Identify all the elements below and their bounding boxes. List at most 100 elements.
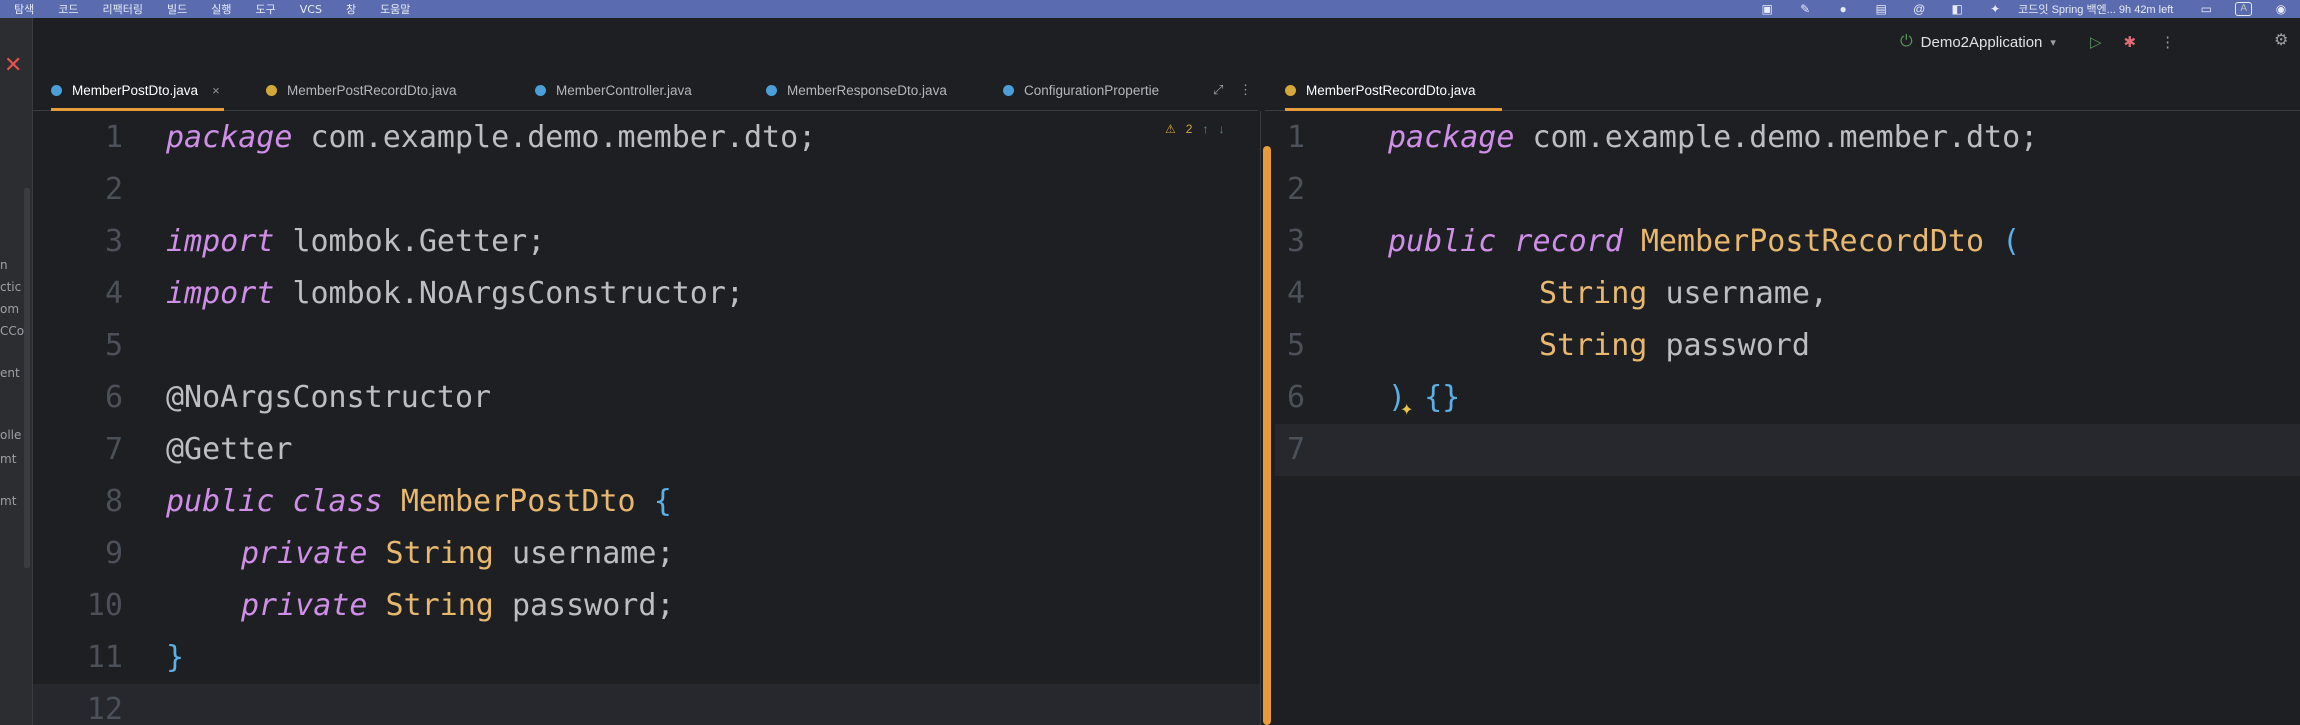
project-tree-fragment[interactable]: olle [0,428,21,442]
line-number: 3 [1286,224,1305,259]
run-config-label: Demo2Application [1920,33,2043,51]
editor-scrollbar[interactable] [1263,146,1271,725]
tab-options-icon[interactable]: ⋮ [1239,82,1252,98]
code-text: String password [1539,328,1810,363]
mic-off-icon[interactable]: ✕ [4,52,22,78]
code-text: public class MemberPostDto { [166,484,672,519]
arrow-up-icon[interactable]: ↑ [1202,122,1208,136]
run-icon[interactable]: ▷ [2090,33,2102,51]
window-icon[interactable]: ◧ [1947,2,1967,16]
code-line: 10 private String password; [33,580,1260,632]
line-number: 11 [86,640,123,675]
line-number: 1 [1286,120,1305,155]
code-line: 7 @Getter [33,424,1260,476]
java-class-icon [535,84,546,96]
menu-vcs[interactable]: VCS [300,3,322,16]
menu-tools[interactable]: 도구 [255,1,275,17]
tab-membercontroller[interactable]: MemberController.java [535,70,692,110]
code-line: 1 package com.example.demo.member.dto; [1275,112,2300,164]
code-text: @NoArgsConstructor [166,380,492,415]
code-line: 6 ) {} [1275,372,2300,424]
java-class-icon [51,84,62,96]
line-number: 4 [1286,276,1305,311]
arrow-down-icon[interactable]: ↓ [1218,122,1224,136]
code-line: 2 [1275,164,2300,216]
menu-navigate[interactable]: 탐색 [14,1,34,17]
line-number: 5 [104,328,123,363]
menu-window[interactable]: 창 [346,1,356,17]
code-text: } [166,640,185,675]
more-icon[interactable]: ⋮ [2160,33,2175,51]
line-number: 7 [1286,432,1305,467]
power-icon: ⏻ [1900,33,1913,50]
tab-label: MemberController.java [556,82,692,98]
menu-help[interactable]: 도움말 [380,1,410,17]
code-line: 4 String username, [1275,268,2300,320]
line-number: 2 [104,172,123,207]
warning-icon: ⚠ [1165,122,1176,136]
debug-icon[interactable]: ✱ [2123,33,2136,51]
menu-run[interactable]: 실행 [211,1,231,17]
menu-bar-tray: ▣ ✎ ● ▤ @ ◧ ✦ 코드잇 Spring 백엔... 9h 42m le… [1748,0,2300,18]
tab-memberpostrecorddto[interactable]: MemberPostRecordDto.java [266,70,457,110]
tab-label: ConfigurationPropertie [1024,82,1160,98]
project-tree-fragment[interactable]: n [0,258,8,272]
at-icon[interactable]: @ [1909,2,1929,16]
code-line: 8 public class MemberPostDto { [33,476,1260,528]
line-number: 5 [1286,328,1305,363]
code-text: @Getter [166,432,293,467]
code-line: 4 import lombok.NoArgsConstructor; [33,268,1260,320]
code-text: package com.example.demo.member.dto; [1388,120,2039,155]
project-tree-fragment[interactable]: ent [0,366,20,380]
tool-window-strip: ✕ n ctic om CCo ent olle mt mt [0,18,33,725]
right-code-editor[interactable]: 1 package com.example.demo.member.dto; 2… [1275,111,2300,725]
menu-code[interactable]: 코드 [58,1,78,17]
input-source-indicator[interactable]: A [2235,2,2252,16]
menu-build[interactable]: 빌드 [167,1,187,17]
run-config-selector[interactable]: ⏻ Demo2Application ▾ [1900,33,2056,51]
line-number: 1 [104,120,123,155]
battery-icon[interactable]: ▭ [2196,2,2216,16]
app-icon[interactable]: ✦ [1985,2,2005,16]
chevron-down-icon: ▾ [2050,36,2056,49]
tab-memberpostdto[interactable]: MemberPostDto.java × [51,70,224,111]
timer-status[interactable]: 코드잇 Spring 백엔... 9h 42m left [2018,1,2173,17]
project-tree-fragment[interactable]: om [0,302,19,316]
system-menu-bar: 탐색 코드 리팩터링 빌드 실행 도구 VCS 창 도움말 ▣ ✎ ● ▤ @ … [0,0,2300,18]
tab-label: MemberPostRecordDto.java [1306,82,1476,98]
run-toolbar: ⏻ Demo2Application ▾ ▷ ✱ ⋮ [1900,22,2175,62]
record-icon[interactable]: ● [1833,2,1853,16]
inspection-widget[interactable]: ⚠ 2 ↑ ↓ [1165,122,1224,136]
tab-label: MemberPostRecordDto.java [287,82,457,98]
project-tree-fragment[interactable]: ctic [0,280,21,294]
java-class-icon [766,84,777,96]
line-number: 3 [104,224,123,259]
pen-icon[interactable]: ✎ [1795,2,1815,16]
expand-icon[interactable]: ⤢ [1213,82,1223,98]
tab-memberresponsedto[interactable]: MemberResponseDto.java [766,70,947,110]
project-tree-fragment[interactable]: mt [0,452,16,466]
line-number: 8 [104,484,123,519]
code-text: public record MemberPostRecordDto ( [1388,224,2021,259]
line-number: 6 [1286,380,1305,415]
tab-memberpostrecorddto-right[interactable]: MemberPostRecordDto.java [1285,70,1502,111]
project-tree-fragment[interactable]: mt [0,494,16,508]
left-code-editor[interactable]: 1 package com.example.demo.member.dto; 2… [33,111,1260,725]
code-text: import lombok.NoArgsConstructor; [166,276,744,311]
gear-icon[interactable]: ⚙ [2274,30,2288,50]
line-number: 10 [86,588,123,623]
right-editor-tabbar: MemberPostRecordDto.java [1265,70,2300,111]
code-line: 3 public record MemberPostRecordDto ( [1275,216,2300,268]
menu-refactor[interactable]: 리팩터링 [103,1,143,17]
tab-configurationproperties[interactable]: ConfigurationPropertie [1003,70,1159,110]
code-text: String username, [1539,276,1828,311]
code-line: 12 [33,684,1260,725]
close-icon[interactable]: × [212,83,220,98]
line-number: 4 [104,276,123,311]
project-tree-fragment[interactable]: CCo [0,324,24,338]
screen-share-icon[interactable]: ▣ [1757,2,1777,16]
control-center-icon[interactable]: ◉ [2271,2,2291,16]
strip-scroll-indicator [24,188,30,568]
lightbulb-icon[interactable]: ✦ [1400,400,1413,420]
clipboard-icon[interactable]: ▤ [1871,2,1891,16]
